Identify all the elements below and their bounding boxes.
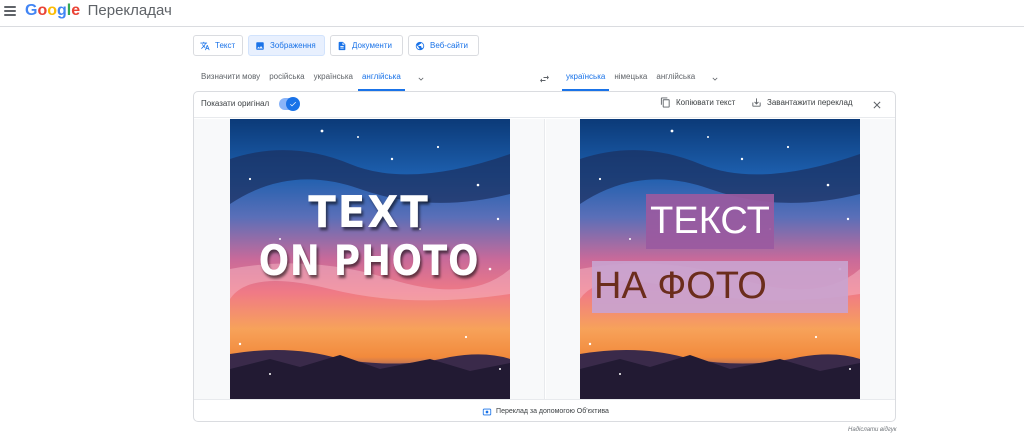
source-lang-english[interactable]: англійська: [357, 67, 405, 91]
image-translation-card: Показати оригінал Копіювати текст Завант…: [193, 91, 896, 422]
download-icon: [751, 97, 762, 108]
original-image: [230, 119, 510, 399]
lens-icon: [482, 407, 492, 417]
document-icon: [337, 41, 347, 51]
google-wordmark-letter: e: [71, 2, 81, 19]
translated-image: [580, 119, 860, 399]
google-wordmark-letter: g: [57, 2, 67, 19]
close-icon[interactable]: [871, 98, 883, 110]
main-menu-icon[interactable]: [4, 5, 16, 17]
google-wordmark-letter: o: [37, 2, 48, 19]
mode-documents-label: Документи: [352, 41, 392, 50]
source-lang-russian[interactable]: російська: [265, 67, 308, 91]
mode-documents-button[interactable]: Документи: [330, 35, 403, 56]
download-translation-label: Завантажити переклад: [767, 98, 853, 107]
translate-icon: [200, 41, 210, 51]
check-icon: [286, 97, 300, 111]
source-lang-ukrainian[interactable]: українська: [310, 67, 357, 91]
card-toolbar: Показати оригінал Копіювати текст Завант…: [194, 92, 895, 118]
lens-attribution: Переклад за допомогою Об'єктива: [496, 408, 609, 415]
app-header: Google Перекладач: [0, 0, 1024, 27]
original-image-pane: [194, 119, 545, 399]
download-translation-button[interactable]: Завантажити переклад: [751, 97, 853, 108]
source-more-languages-chevron-down-icon[interactable]: [414, 72, 428, 86]
target-more-languages-chevron-down-icon[interactable]: [708, 72, 722, 86]
swap-languages-icon[interactable]: [538, 72, 551, 84]
mode-image-button[interactable]: Зображення: [248, 35, 325, 56]
mode-text-button[interactable]: Текст: [193, 35, 243, 56]
copy-text-button[interactable]: Копіювати текст: [660, 97, 735, 108]
target-lang-english[interactable]: англійська: [652, 67, 699, 91]
target-language-bar: українська німецька англійська: [562, 67, 722, 91]
source-lang-detect[interactable]: Визначити мову: [197, 67, 264, 91]
google-wordmark-letter: o: [47, 2, 58, 19]
mode-image-label: Зображення: [270, 41, 316, 50]
target-lang-ukrainian[interactable]: українська: [562, 67, 610, 91]
translated-text-overlay-2: [592, 261, 848, 313]
target-lang-german[interactable]: німецька: [610, 67, 651, 91]
globe-icon: [415, 41, 425, 51]
show-original-label: Показати оригінал: [201, 99, 270, 108]
source-language-bar: Визначити мову російська українська англ…: [197, 67, 428, 91]
translation-mode-tabs: Текст Зображення Документи Веб-сайти: [193, 35, 479, 56]
image-icon: [255, 41, 265, 51]
translated-image-pane: [546, 119, 895, 399]
mode-websites-button[interactable]: Веб-сайти: [408, 35, 479, 56]
show-original-toggle[interactable]: [279, 97, 300, 111]
copy-text-label: Копіювати текст: [676, 98, 736, 107]
google-translate-logo[interactable]: Google Перекладач: [25, 2, 172, 20]
translated-text-overlay-1: [646, 194, 774, 249]
mode-websites-label: Веб-сайти: [430, 41, 468, 50]
google-wordmark-letter: G: [25, 2, 38, 19]
card-footer: Переклад за допомогою Об'єктива: [194, 399, 895, 421]
send-feedback-link[interactable]: Надіслати відгук: [848, 427, 897, 433]
mode-text-label: Текст: [215, 41, 236, 50]
google-wordmark: Google: [25, 2, 80, 19]
copy-icon: [660, 97, 671, 108]
product-name: Перекладач: [87, 2, 172, 19]
